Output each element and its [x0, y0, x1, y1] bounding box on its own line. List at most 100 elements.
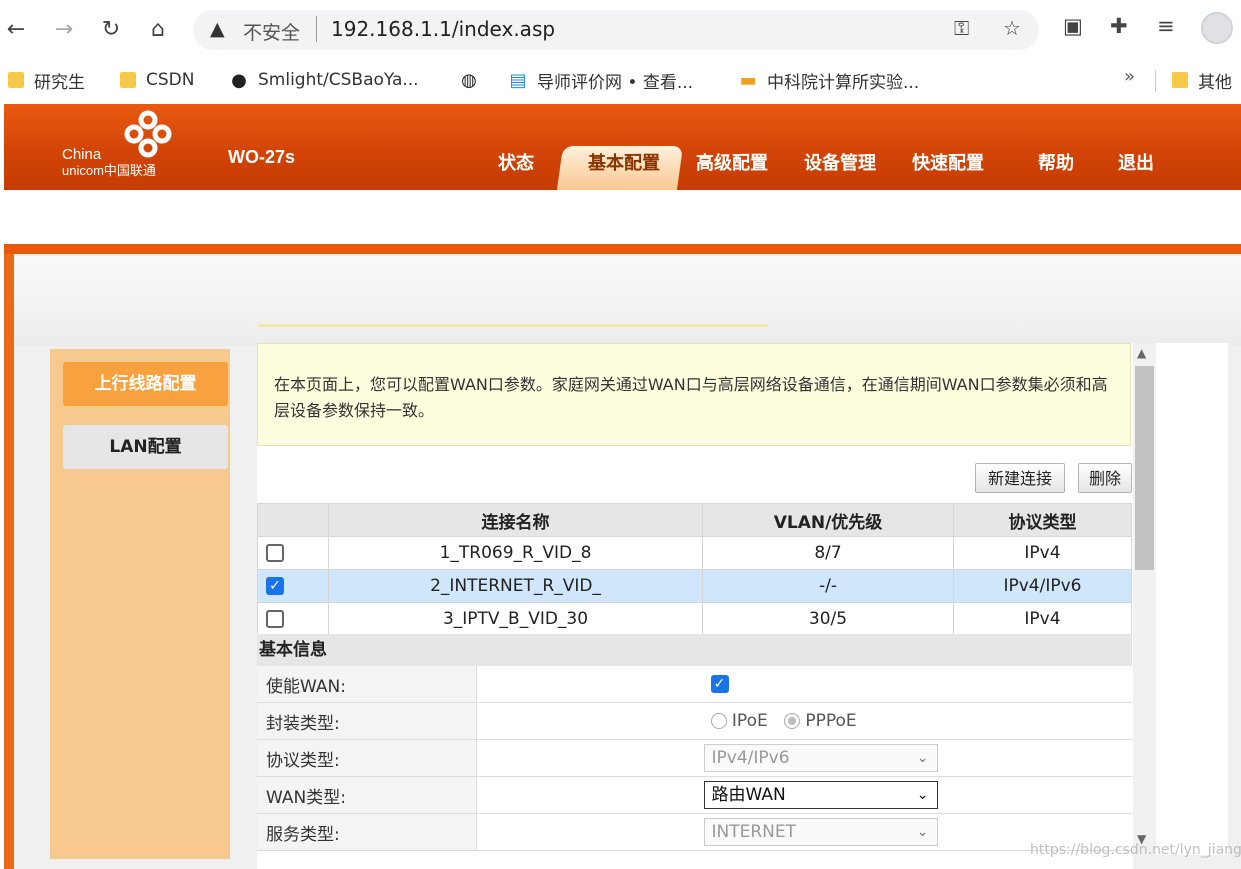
pppoe-label: PPPoE — [805, 711, 857, 731]
site-icon: ▬ — [739, 69, 757, 91]
ipoe-label: IPoE — [731, 711, 768, 731]
column-header-vlan: VLAN/优先级 — [702, 503, 954, 537]
enable-wan-checkbox[interactable]: ✓ — [710, 675, 729, 693]
menu-advanced-config[interactable]: 高级配置 — [696, 149, 768, 175]
protocol-label: 协议类型: — [257, 739, 477, 777]
basic-info-title: 基本信息 — [257, 634, 1132, 666]
title-underline — [258, 324, 768, 327]
puzzle-icon[interactable]: ✚ — [1110, 14, 1128, 38]
bookmark-label: 导师评价网 • 查看... — [537, 72, 694, 93]
menu-device-management[interactable]: 设备管理 — [804, 149, 876, 175]
bookmark-daoshi[interactable]: ▤ 导师评价网 • 查看... — [507, 66, 693, 94]
ipoe-radio[interactable] — [710, 713, 727, 729]
pppoe-radio[interactable] — [783, 713, 800, 729]
info-notice: 在本页面上，您可以配置WAN口参数。家庭网关通过WAN口与高层网络设备通信，在通… — [257, 343, 1131, 446]
new-connection-button[interactable]: 新建连接 — [975, 463, 1065, 493]
scrollbar-thumb[interactable] — [1135, 366, 1154, 570]
folder-icon — [120, 72, 136, 88]
address-bar[interactable] — [193, 10, 1039, 50]
menu-logout[interactable]: 退出 — [1118, 149, 1154, 175]
encap-label: 封装类型: — [257, 702, 477, 740]
connection-name: 2_INTERNET_R_VID_ — [328, 569, 703, 603]
chevron-down-icon: ⌄ — [916, 750, 929, 766]
home-icon[interactable]: ⌂ — [142, 14, 174, 46]
table-row[interactable]: 3_IPTV_B_VID_30 30/5 IPv4 — [257, 602, 1132, 636]
wan-type-label: WAN类型: — [257, 776, 477, 814]
menu-quick-config[interactable]: 快速配置 — [912, 149, 984, 175]
bookmark-label: CSDN — [146, 70, 195, 90]
form-row-wan-type: WAN类型: 路由WAN ⌄ — [257, 776, 1132, 814]
bookmark-github[interactable]: ● Smlight/CSBaoYa... — [228, 66, 419, 94]
key-icon[interactable]: ⚿ — [954, 16, 969, 40]
media-control-icon[interactable]: ≡ — [1157, 14, 1175, 38]
sidebar-item-lan-config[interactable]: LAN配置 — [63, 425, 228, 469]
bookmark-folder-yanjiusheng[interactable]: 研究生 — [8, 66, 85, 94]
bookmark-zhongkeyuan[interactable]: ▬ 中科院计算所实验... — [737, 66, 919, 94]
extension-app-icon[interactable]: ▣ — [1063, 14, 1083, 38]
vlan-priority: 30/5 — [702, 602, 954, 636]
table-row[interactable]: 1_TR069_R_VID_8 8/7 IPv4 — [257, 536, 1132, 570]
delete-button[interactable]: 删除 — [1078, 463, 1132, 493]
enable-wan-label: 使能WAN: — [257, 666, 477, 703]
service-select[interactable]: INTERNET ⌄ — [703, 818, 938, 846]
protocol-type: IPv4 — [953, 602, 1132, 636]
protocol-cell: IPv4/IPv6 ⌄ — [476, 739, 1132, 777]
back-icon[interactable]: ← — [0, 14, 32, 46]
github-icon: ● — [231, 69, 247, 91]
row-select-cell[interactable] — [257, 602, 329, 636]
encap-cell: IPoE PPPoE — [476, 702, 1132, 740]
security-label[interactable]: 不安全 — [243, 18, 300, 45]
row-checkbox[interactable] — [266, 544, 284, 562]
column-header-select — [257, 503, 329, 537]
menu-status[interactable]: 状态 — [498, 149, 534, 175]
table-row[interactable]: ✓ 2_INTERNET_R_VID_ -/- IPv4/IPv6 — [257, 569, 1132, 603]
chevron-down-icon: ⌄ — [916, 787, 929, 803]
service-value: INTERNET — [711, 822, 797, 842]
menu-basic-config[interactable]: 基本配置 — [588, 149, 660, 175]
globe-icon: ◍ — [461, 69, 477, 91]
protocol-type: IPv4 — [953, 536, 1132, 570]
bookmark-label: Smlight/CSBaoYa... — [258, 70, 419, 90]
basic-info-form: 使能WAN: ✓ 封装类型: IPoE PPPoE 协议类型: IPv4/IPv… — [257, 666, 1132, 851]
device-model: WO-27s — [228, 147, 296, 167]
folder-icon — [8, 72, 24, 88]
chevron-down-icon: ⌄ — [916, 824, 929, 840]
row-checkbox[interactable] — [266, 610, 284, 628]
submenu-band — [4, 190, 1241, 244]
wan-type-value: 路由WAN — [711, 785, 786, 805]
menu-help[interactable]: 帮助 — [1038, 149, 1074, 175]
connection-name: 1_TR069_R_VID_8 — [328, 536, 703, 570]
protocol-select[interactable]: IPv4/IPv6 ⌄ — [703, 744, 938, 772]
bookmarks-more-button[interactable]: » — [1124, 66, 1135, 87]
bookmark-label: 研究生 — [34, 72, 85, 93]
reload-icon[interactable]: ↻ — [95, 14, 127, 46]
china-unicom-logo-icon — [124, 110, 172, 158]
sidebar-item-wan-config[interactable]: 上行线路配置 — [63, 362, 228, 406]
forward-icon[interactable]: → — [48, 14, 80, 46]
folder-icon — [1172, 72, 1188, 88]
row-checkbox-checked[interactable]: ✓ — [266, 577, 284, 595]
vlan-priority: 8/7 — [702, 536, 954, 570]
protocol-value: IPv4/IPv6 — [711, 748, 790, 768]
row-select-cell[interactable]: ✓ — [257, 569, 329, 603]
bookmark-folder-csdn[interactable]: CSDN — [120, 66, 194, 94]
url-text[interactable]: 192.168.1.1/index.asp — [331, 17, 555, 41]
bookmark-label: 其他 — [1198, 72, 1232, 93]
bookmark-folder-other[interactable]: 其他 — [1172, 66, 1232, 94]
form-row-protocol: 协议类型: IPv4/IPv6 ⌄ — [257, 739, 1132, 777]
wan-connection-table: 连接名称 VLAN/优先级 协议类型 1_TR069_R_VID_8 8/7 I… — [257, 503, 1132, 636]
connection-name: 3_IPTV_B_VID_30 — [328, 602, 703, 636]
bookmark-label: 中科院计算所实验... — [767, 72, 920, 93]
row-select-cell[interactable] — [257, 536, 329, 570]
bookmark-globe[interactable]: ◍ — [458, 66, 488, 94]
warning-icon[interactable]: ▲ — [210, 18, 225, 40]
service-label: 服务类型: — [257, 813, 477, 851]
profile-avatar[interactable] — [1201, 12, 1233, 44]
vlan-priority: -/- — [702, 569, 954, 603]
star-icon[interactable]: ☆ — [1003, 16, 1021, 40]
wan-type-select[interactable]: 路由WAN ⌄ — [703, 781, 938, 809]
form-row-enable-wan: 使能WAN: ✓ — [257, 666, 1132, 703]
site-icon: ▤ — [509, 69, 527, 91]
scroll-up-icon[interactable]: ▲ — [1137, 346, 1146, 360]
right-panel-area — [1156, 343, 1228, 855]
